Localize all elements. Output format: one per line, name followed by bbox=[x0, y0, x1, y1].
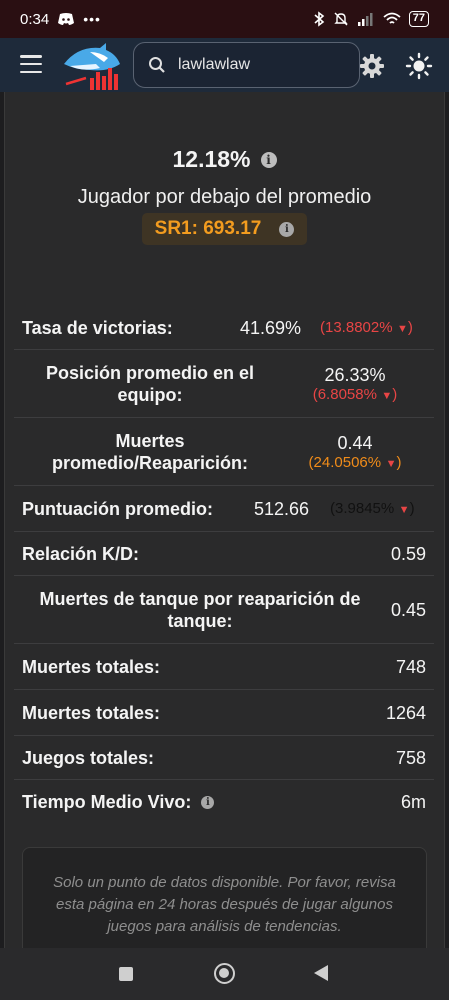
stat-row-kd: Relación K/D: 0.59 bbox=[14, 532, 434, 576]
discord-icon bbox=[58, 13, 75, 25]
search-box[interactable] bbox=[133, 42, 360, 88]
stat-value: 6m bbox=[400, 792, 426, 812]
down-arrow-icon: ▼ bbox=[397, 322, 408, 335]
system-nav-bar bbox=[0, 948, 449, 1000]
info-icon[interactable]: i bbox=[201, 795, 215, 809]
player-rating-subtitle: Jugador por debajo del promedio bbox=[77, 186, 372, 208]
sr-info-icon[interactable]: i bbox=[279, 221, 295, 237]
stat-label: Juegos totales: bbox=[22, 747, 155, 768]
stat-value: 748 bbox=[395, 656, 426, 677]
stat-row-average-score: Puntuación promedio: 512.66 (3.9845% ▼) bbox=[14, 486, 434, 532]
search-input[interactable] bbox=[178, 56, 338, 74]
stat-row-average-alive: Tiempo Medio Vivo: i 6m bbox=[14, 780, 434, 824]
stat-value: 41.69% bbox=[240, 317, 302, 338]
stat-row-team-position: Posición promedio en el equipo: 26.33% (… bbox=[14, 350, 434, 418]
stat-row-win-rate: Tasa de victorias: 41.69% (13.8802% ▼) bbox=[14, 306, 434, 350]
stat-value: 512.66 bbox=[254, 498, 310, 519]
stat-label: Tiempo Medio Vivo: bbox=[22, 792, 192, 812]
down-arrow-icon: ▼ bbox=[385, 457, 397, 470]
down-arrow-icon: ▼ bbox=[381, 389, 393, 402]
back-icon[interactable] bbox=[314, 965, 328, 981]
menu-icon[interactable] bbox=[20, 55, 42, 73]
sr-badge: SR1: 693.17 i bbox=[142, 213, 307, 245]
mute-bell-icon bbox=[334, 12, 348, 26]
stat-label: Muertes totales: bbox=[22, 702, 161, 723]
percentile-value: 12.18% bbox=[172, 146, 251, 172]
sr-value: SR1: 693.17 bbox=[154, 218, 262, 239]
stat-row-tank-deaths: Muertes de tanque por reaparición de tan… bbox=[14, 576, 434, 644]
recent-apps-icon[interactable] bbox=[119, 967, 133, 981]
status-bar: 0:34 ••• 77 bbox=[0, 0, 449, 38]
stat-delta: (13.8802% ▼) bbox=[320, 318, 413, 336]
stat-label: Puntuación promedio: bbox=[22, 498, 213, 519]
percentile-summary: 12.18% i bbox=[0, 146, 449, 173]
stat-value: 0.45 bbox=[390, 599, 426, 620]
stat-row-total-deaths: Muertes totales: 748 bbox=[14, 644, 434, 690]
wifi-icon bbox=[383, 12, 401, 24]
stat-label: Relación K/D: bbox=[22, 543, 140, 564]
stat-label: Tasa de victorias: bbox=[22, 317, 173, 338]
info-icon[interactable]: i bbox=[260, 151, 277, 168]
stat-value: 0.59 bbox=[390, 543, 426, 564]
stat-value: 1264 bbox=[385, 702, 426, 723]
stat-delta: (3.9845% ▼) bbox=[330, 499, 415, 517]
shark-logo-icon[interactable] bbox=[60, 42, 122, 90]
theme-toggle-sun-icon[interactable] bbox=[405, 52, 433, 80]
bluetooth-icon bbox=[314, 11, 325, 27]
stat-delta: (24.0506% ▼) bbox=[308, 453, 402, 471]
search-icon bbox=[149, 57, 165, 73]
more-notifications-icon: ••• bbox=[83, 11, 101, 27]
stat-value: 0.44 bbox=[337, 432, 373, 453]
signal-icon bbox=[357, 13, 373, 26]
home-icon[interactable] bbox=[214, 963, 235, 984]
stat-row-deaths-respawn: Muertes promedio/Reaparición: 0.44 (24.0… bbox=[14, 418, 434, 486]
stat-label: Muertes totales: bbox=[22, 656, 161, 677]
down-arrow-icon: ▼ bbox=[398, 503, 410, 516]
stat-value: 758 bbox=[395, 747, 426, 768]
stat-row-total-games: Juegos totales: 758 bbox=[14, 736, 434, 780]
stat-value: 26.33% bbox=[324, 364, 386, 385]
status-time: 0:34 bbox=[20, 10, 50, 28]
stat-row-total-kills: Muertes totales: 1264 bbox=[14, 690, 434, 736]
battery-indicator: 77 bbox=[408, 11, 429, 27]
stat-delta: (6.8058% ▼) bbox=[312, 385, 398, 403]
trend-notice: Solo un punto de datos disponible. Por f… bbox=[22, 847, 427, 957]
gear-icon[interactable] bbox=[359, 53, 385, 79]
